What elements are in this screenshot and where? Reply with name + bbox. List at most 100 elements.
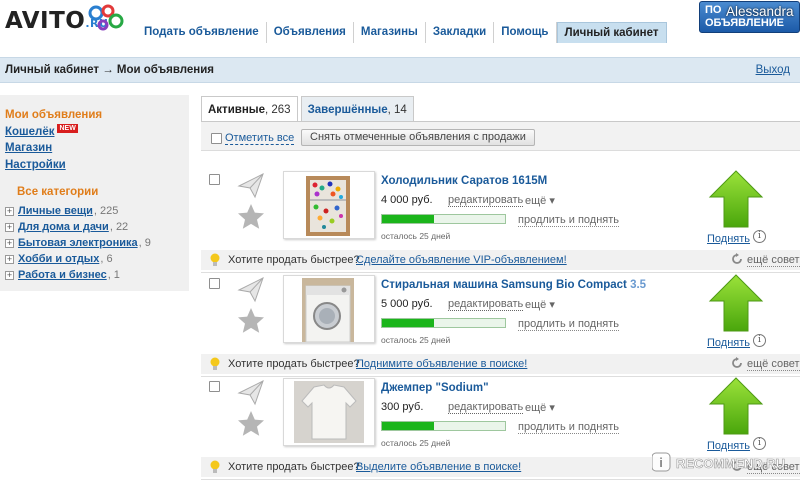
time-left-progress — [381, 214, 506, 224]
tab-active[interactable]: Активные, 263 — [201, 96, 298, 122]
category-item: + Для дома и дачи, 22 — [5, 219, 189, 235]
ads-tabs: Активные, 263 Завершённые, 14 — [201, 96, 417, 122]
tip-link[interactable]: Сделайте объявление VIP-объявлением! — [356, 254, 567, 266]
up-arrow-icon[interactable] — [708, 169, 764, 229]
ad-row: Холодильник Саратов 1615М 4 000 руб. ред… — [201, 169, 800, 273]
category-link[interactable]: Работа и бизнес — [18, 269, 107, 281]
edit-link[interactable]: редактировать — [448, 401, 524, 414]
paper-plane-icon[interactable] — [237, 171, 265, 199]
logout-link[interactable]: Выход — [756, 64, 790, 76]
ad-title: Стиральная машина Samsung Bio Compact — [381, 279, 627, 291]
unpublish-selected-button[interactable]: Снять отмеченные объявления с продажи — [301, 129, 535, 146]
up-arrow-icon[interactable] — [708, 273, 764, 333]
nav-personal-cabinet[interactable]: Личный кабинет — [556, 22, 667, 43]
paper-plane-icon[interactable] — [237, 378, 265, 406]
extend-and-raise-link[interactable]: продлить и поднять — [518, 318, 620, 331]
ad-title-link[interactable]: Холодильник Саратов 1615М — [381, 175, 671, 187]
nav-bookmarks[interactable]: Закладки — [426, 22, 495, 43]
ad-price: 4 000 руб. — [381, 194, 433, 206]
ad-checkbox[interactable] — [209, 278, 220, 289]
tip-link[interactable]: Выделите объявление в поиске! — [356, 461, 521, 473]
lightbulb-icon — [210, 357, 220, 370]
progress-fill — [382, 422, 434, 430]
lightbulb-icon — [210, 460, 220, 473]
info-icon[interactable]: i — [753, 230, 766, 243]
ad-row: Стиральная машина Samsung Bio Compact 3.… — [201, 273, 800, 377]
category-link[interactable]: Бытовая электроника — [18, 237, 138, 249]
tab-count: , 14 — [387, 104, 407, 116]
ad-checkbox[interactable] — [209, 174, 220, 185]
edit-link[interactable]: редактировать — [448, 194, 524, 207]
sidebar-item-wallet[interactable]: Кошелёк NEW — [5, 123, 189, 141]
sidebar-item-shop[interactable]: Магазин — [5, 140, 189, 157]
raise-button[interactable]: Поднять — [707, 337, 750, 349]
ad-price: 300 руб. — [381, 401, 424, 413]
category-link[interactable]: Хобби и отдых — [18, 253, 99, 265]
tab-label: Завершённые — [307, 104, 388, 116]
category-item: + Работа и бизнес, 1 — [5, 267, 189, 283]
expand-plus-icon[interactable]: + — [5, 222, 14, 232]
progress-fill — [382, 215, 434, 223]
more-dropdown[interactable]: ещё ▾ — [525, 298, 555, 311]
up-arrow-icon[interactable] — [708, 376, 764, 436]
refresh-icon[interactable] — [731, 253, 743, 265]
nav-ads[interactable]: Объявления — [267, 22, 354, 43]
tip-bar: Хотите продать быстрее? Сделайте объявле… — [201, 250, 800, 270]
more-dropdown[interactable]: ещё ▾ — [525, 401, 555, 414]
mark-all-link[interactable]: Отметить все — [225, 132, 295, 145]
sidebar-item-my-ads[interactable]: Мои объявления — [5, 107, 189, 124]
expand-plus-icon[interactable]: + — [5, 254, 14, 264]
ad-title-link[interactable]: Стиральная машина Samsung Bio Compact 3.… — [381, 279, 671, 291]
ad-title: Холодильник Саратов 1615М — [381, 175, 548, 187]
lightbulb-icon — [210, 253, 220, 266]
extend-and-raise-link[interactable]: продлить и поднять — [518, 421, 620, 434]
ad-title-link[interactable]: Джемпер "Sodium" — [381, 382, 671, 394]
ad-price: 5 000 руб. — [381, 298, 433, 310]
breadcrumb: Личный кабинет → Мои объявления — [5, 64, 215, 76]
nav-help[interactable]: Помощь — [494, 22, 557, 43]
ad-title: Джемпер "Sodium" — [381, 382, 489, 394]
info-icon[interactable]: i — [753, 437, 766, 450]
raise-button[interactable]: Поднять — [707, 233, 750, 245]
logo-swirl-icon — [88, 4, 124, 31]
categories-title: Все категории — [17, 186, 99, 198]
washing-machine-photo[interactable] — [283, 275, 375, 343]
watermark-text: RECOMMEND.RU — [676, 456, 785, 471]
tab-label: Активные — [208, 104, 265, 116]
more-dropdown[interactable]: ещё ▾ — [525, 194, 555, 207]
fridge-photo[interactable] — [283, 171, 375, 239]
extend-and-raise-link[interactable]: продлить и поднять — [518, 214, 620, 227]
info-icon[interactable]: i — [753, 334, 766, 347]
expand-plus-icon[interactable]: + — [5, 270, 14, 280]
category-count: , 225 — [93, 205, 119, 217]
star-icon[interactable] — [237, 203, 265, 231]
more-tips-link[interactable]: ещё совет — [747, 254, 800, 267]
username: Alessandra — [726, 4, 794, 19]
breadcrumb-bar: Личный кабинет → Мои объявления Выход — [0, 57, 800, 83]
tab-finished[interactable]: Завершённые, 14 — [300, 96, 414, 122]
nav-shops[interactable]: Магазины — [354, 22, 426, 43]
ad-checkbox[interactable] — [209, 381, 220, 392]
category-count: , 22 — [109, 221, 129, 233]
refresh-icon[interactable] — [731, 357, 743, 369]
expand-plus-icon[interactable]: + — [5, 238, 14, 248]
sidebar-item-settings[interactable]: Настройки — [5, 157, 189, 174]
paper-plane-icon[interactable] — [237, 275, 265, 303]
category-count: , 9 — [138, 237, 151, 249]
star-icon[interactable] — [237, 307, 265, 335]
recommend-watermark: i RECOMMEND.RU — [652, 452, 785, 472]
select-all-checkbox[interactable] — [211, 133, 222, 144]
tip-text: Хотите продать быстрее? — [228, 358, 360, 370]
category-link[interactable]: Личные вещи — [18, 205, 93, 217]
nav-post-ad[interactable]: Подать объявление — [137, 22, 267, 43]
star-icon[interactable] — [237, 410, 265, 438]
category-link[interactable]: Для дома и дачи — [18, 221, 109, 233]
sidebar: Мои объявления Кошелёк NEW Магазин Настро… — [0, 95, 189, 291]
expand-plus-icon[interactable]: + — [5, 206, 14, 216]
sweater-photo[interactable] — [283, 378, 375, 446]
tip-link[interactable]: Поднимите объявление в поиске! — [356, 358, 527, 370]
bulk-toolbar: Отметить все Снять отмеченные объявления… — [201, 122, 800, 151]
edit-link[interactable]: редактировать — [448, 298, 524, 311]
more-tips-link[interactable]: ещё совет — [747, 358, 800, 371]
category-item: + Хобби и отдых, 6 — [5, 251, 189, 267]
